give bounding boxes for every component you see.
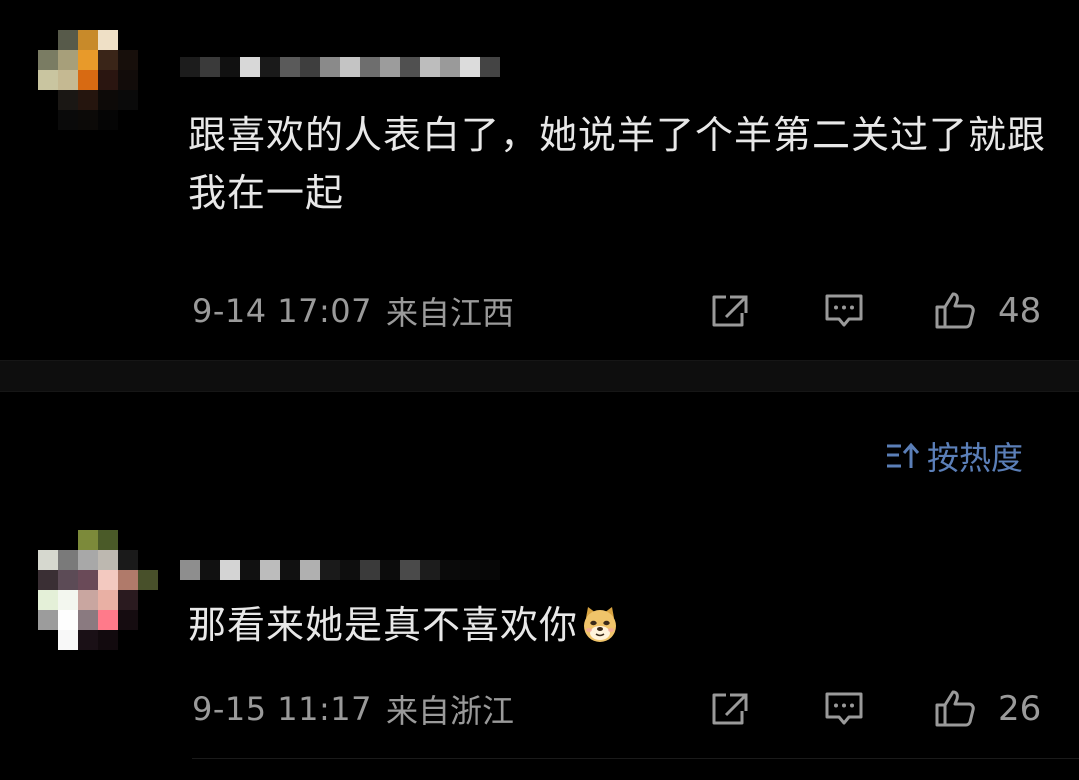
comment-actions: 48 <box>708 286 1043 336</box>
share-icon[interactable] <box>708 291 752 331</box>
comment-location: 来自浙江 <box>386 692 515 730</box>
avatar[interactable] <box>38 30 158 150</box>
comment-location: 来自江西 <box>386 294 515 332</box>
like-count: 26 <box>998 689 1042 729</box>
comment-feed: 跟喜欢的人表白了，她说羊了个羊第二关过了就跟我在一起 9-14 17:07 来自… <box>0 0 1079 780</box>
sort-by-popularity-button[interactable]: 按热度 <box>885 434 1023 478</box>
like-count: 48 <box>998 291 1042 331</box>
comment-item: 那看来她是真不喜欢你 9-15 11:17 来自浙江 26 <box>0 520 1079 780</box>
username-blurred[interactable] <box>180 550 500 590</box>
comment-time: 9-15 11:17 <box>192 690 373 728</box>
username-blurred[interactable] <box>180 47 500 87</box>
sort-icon <box>887 442 920 468</box>
comment-time: 9-14 17:07 <box>192 292 373 330</box>
comment-text-body: 那看来她是真不喜欢你 <box>188 603 579 647</box>
thumbs-up-icon[interactable] <box>933 291 977 331</box>
comment-meta: 9-15 11:17 来自浙江 26 <box>192 684 1043 734</box>
comment-icon[interactable] <box>822 689 866 729</box>
avatar[interactable] <box>38 530 158 650</box>
sort-label: 按热度 <box>927 439 1024 477</box>
comment-actions: 26 <box>708 684 1043 734</box>
share-icon[interactable] <box>708 689 752 729</box>
comment-item: 跟喜欢的人表白了，她说羊了个羊第二关过了就跟我在一起 9-14 17:07 来自… <box>0 0 1079 360</box>
comment-icon[interactable] <box>822 291 866 331</box>
doge-emoji <box>580 602 620 642</box>
section-divider <box>0 360 1079 392</box>
list-divider <box>192 758 1079 759</box>
comment-text: 那看来她是真不喜欢你 <box>188 596 1048 654</box>
comment-meta: 9-14 17:07 来自江西 48 <box>192 286 1043 336</box>
thumbs-up-icon[interactable] <box>933 689 977 729</box>
comment-text: 跟喜欢的人表白了，她说羊了个羊第二关过了就跟我在一起 <box>188 113 1047 215</box>
